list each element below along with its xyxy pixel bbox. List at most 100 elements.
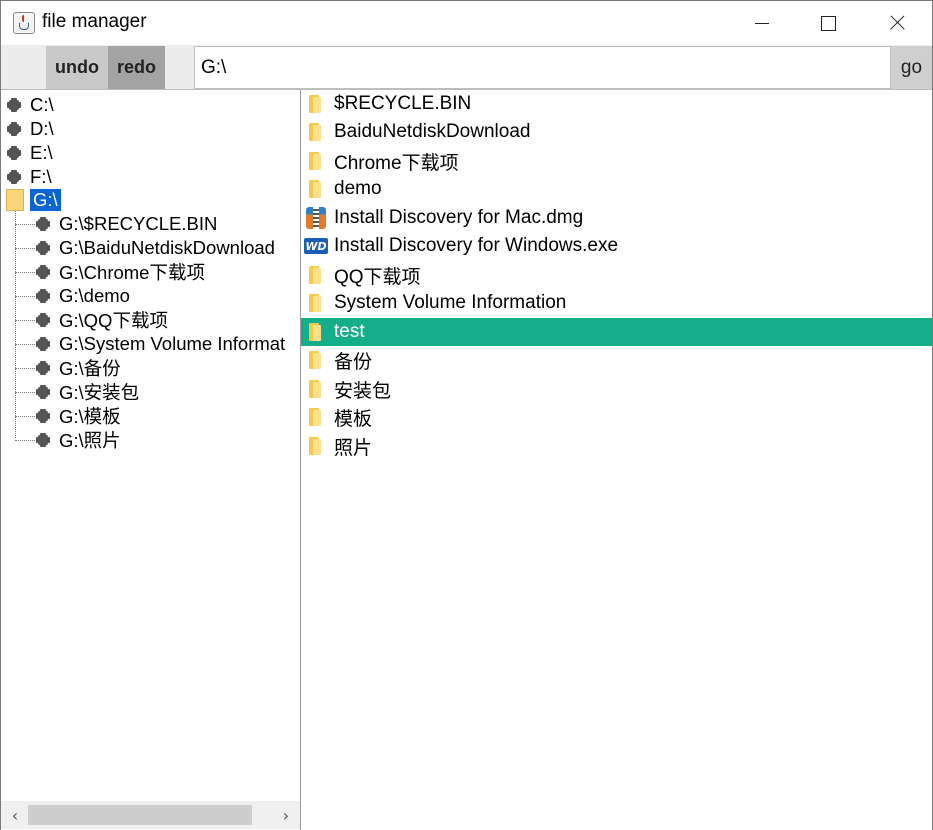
file-list[interactable]: $RECYCLE.BIN BaiduNetdiskDownload Chrome… <box>301 90 932 830</box>
file-manager-window: file manager undo redo go C:\ D:\ E:\ F:… <box>0 0 933 830</box>
tree-node-f[interactable]: F:\ <box>7 165 52 189</box>
tree-node-c[interactable]: C:\ <box>7 93 54 117</box>
file-list-item-selected[interactable]: test <box>301 318 932 346</box>
tree-child-node[interactable]: G:\QQ下载项 <box>36 308 168 332</box>
tree-horizontal-scrollbar[interactable]: ‹ › <box>1 801 300 829</box>
tree-node-label: G:\demo <box>59 285 130 306</box>
file-list-item[interactable]: 备份 <box>301 346 932 374</box>
tree-node-label: G:\BaiduNetdiskDownload <box>59 237 275 258</box>
wd-app-icon <box>304 234 328 258</box>
tree-child-node[interactable]: G:\安装包 <box>36 380 140 404</box>
file-name: BaiduNetdiskDownload <box>334 121 531 142</box>
tree-node-label-selected: G:\ <box>30 189 61 211</box>
tree-node-label: G:\Chrome下载项 <box>59 262 205 283</box>
file-name: Chrome下载项 <box>334 152 459 174</box>
file-name: Install Discovery for Mac.dmg <box>334 207 584 228</box>
minimize-button[interactable] <box>739 1 785 45</box>
tree-leaf-icon <box>36 385 50 399</box>
tree-node-label: G:\$RECYCLE.BIN <box>59 213 218 234</box>
file-name: 模板 <box>334 408 373 430</box>
title-bar[interactable]: file manager <box>1 1 932 45</box>
archive-icon <box>304 206 328 230</box>
tree-node-label: G:\备份 <box>59 358 121 379</box>
tree-leaf-icon <box>36 241 50 255</box>
file-name: System Volume Information <box>334 292 567 313</box>
tree-node-label: C:\ <box>30 94 54 115</box>
file-list-item[interactable]: BaiduNetdiskDownload <box>301 118 932 146</box>
tree-child-node[interactable]: G:\System Volume Informat <box>36 332 286 356</box>
tree-node-e[interactable]: E:\ <box>7 141 53 165</box>
file-name: 安装包 <box>334 380 392 402</box>
tree-leaf-icon <box>36 313 50 327</box>
tree-leaf-icon <box>36 361 50 375</box>
go-button[interactable]: go <box>891 46 932 89</box>
tree-node-label: E:\ <box>30 142 53 163</box>
folder-icon <box>304 320 328 344</box>
tree-node-label: G:\照片 <box>59 430 121 451</box>
tree-node-label: D:\ <box>30 118 54 139</box>
directory-tree[interactable]: C:\ D:\ E:\ F:\ G:\ G:\$RECYCLE.BIN G:\B… <box>1 90 301 830</box>
folder-icon <box>304 149 328 173</box>
file-name: test <box>334 321 365 342</box>
file-list-item[interactable]: Install Discovery for Mac.dmg <box>301 204 932 232</box>
maximize-button[interactable] <box>805 1 851 45</box>
folder-icon <box>304 291 328 315</box>
open-folder-icon <box>6 189 24 211</box>
tree-leaf-icon <box>36 265 50 279</box>
tree-child-node[interactable]: G:\Chrome下载项 <box>36 260 205 284</box>
file-list-item[interactable]: $RECYCLE.BIN <box>301 90 932 118</box>
path-input[interactable] <box>194 46 891 89</box>
tree-node-label: G:\模板 <box>59 406 121 427</box>
tree-child-node[interactable]: G:\$RECYCLE.BIN <box>36 212 218 236</box>
folder-icon <box>304 405 328 429</box>
folder-icon <box>304 434 328 458</box>
file-list-item[interactable]: 安装包 <box>301 375 932 403</box>
window-title: file manager <box>42 11 147 32</box>
tree-child-node[interactable]: G:\demo <box>36 284 130 308</box>
tree-node-label: G:\System Volume Informat <box>59 333 286 354</box>
tree-child-node[interactable]: G:\照片 <box>36 428 121 452</box>
file-list-item[interactable]: Chrome下载项 <box>301 147 932 175</box>
tree-leaf-icon <box>7 122 21 136</box>
redo-button[interactable]: redo <box>108 46 165 89</box>
scroll-left-icon[interactable]: ‹ <box>5 805 25 825</box>
file-list-item[interactable]: System Volume Information <box>301 289 932 317</box>
file-name: demo <box>334 178 382 199</box>
tree-leaf-icon <box>7 98 21 112</box>
undo-button[interactable]: undo <box>46 46 108 89</box>
file-list-item[interactable]: 模板 <box>301 403 932 431</box>
tree-node-label: F:\ <box>30 166 52 187</box>
tree-node-g[interactable]: G:\ <box>6 188 61 212</box>
tree-leaf-icon <box>36 433 50 447</box>
tree-child-node[interactable]: G:\BaiduNetdiskDownload <box>36 236 275 260</box>
tree-node-label: G:\安装包 <box>59 382 140 403</box>
file-list-item[interactable]: Install Discovery for Windows.exe <box>301 232 932 260</box>
file-name: QQ下载项 <box>334 266 421 288</box>
folder-icon <box>304 120 328 144</box>
tree-leaf-icon <box>7 170 21 184</box>
scroll-right-icon[interactable]: › <box>276 805 296 825</box>
tree-child-node[interactable]: G:\模板 <box>36 404 121 428</box>
file-name: $RECYCLE.BIN <box>334 93 472 114</box>
file-list-item[interactable]: QQ下载项 <box>301 261 932 289</box>
file-name: 备份 <box>334 351 373 373</box>
tree-child-node[interactable]: G:\备份 <box>36 356 121 380</box>
folder-icon <box>304 263 328 287</box>
tree-node-d[interactable]: D:\ <box>7 117 54 141</box>
folder-icon <box>304 348 328 372</box>
java-app-icon <box>13 12 35 34</box>
scrollbar-thumb[interactable] <box>28 805 252 825</box>
folder-icon <box>304 177 328 201</box>
folder-icon <box>304 377 328 401</box>
file-name: Install Discovery for Windows.exe <box>334 235 619 256</box>
file-name: 照片 <box>334 437 373 459</box>
tree-node-label: G:\QQ下载项 <box>59 310 168 331</box>
tree-connector <box>15 211 16 438</box>
tree-leaf-icon <box>36 217 50 231</box>
tree-leaf-icon <box>36 337 50 351</box>
file-list-item[interactable]: demo <box>301 175 932 203</box>
file-list-item[interactable]: 照片 <box>301 432 932 460</box>
toolbar: undo redo go <box>1 45 932 90</box>
close-button[interactable] <box>873 1 919 45</box>
tree-leaf-icon <box>36 289 50 303</box>
